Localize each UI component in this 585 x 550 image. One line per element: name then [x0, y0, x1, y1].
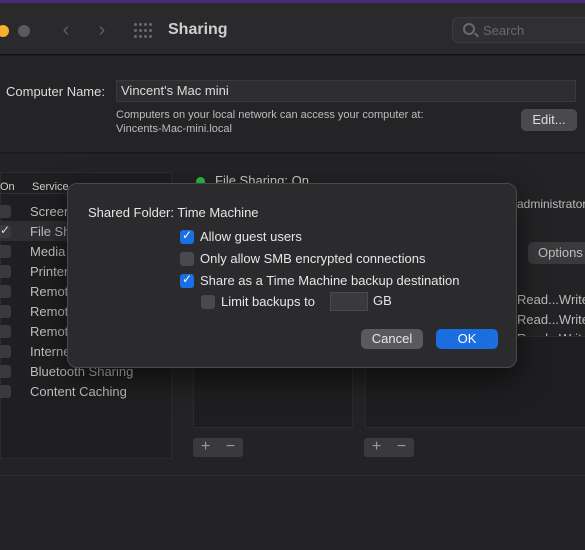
service-checkbox[interactable] [0, 345, 11, 358]
shared-folder-options-dialog: Shared Folder: Time Machine Allow guest … [67, 183, 517, 368]
limit-unit: GB [373, 293, 392, 308]
service-checkbox[interactable] [0, 245, 11, 258]
service-checkbox[interactable] [0, 285, 11, 298]
description-line-2: Vincents-Mac-mini.local [116, 123, 232, 135]
admin-text: administrator [517, 197, 585, 211]
back-arrow-icon[interactable]: ‹ [56, 17, 76, 43]
forward-arrow-icon[interactable]: › [92, 17, 112, 43]
service-checkbox[interactable] [0, 305, 11, 318]
folders-add-remove: + − [193, 438, 243, 457]
minimize-button[interactable] [0, 25, 9, 37]
show-all-grid-icon[interactable] [134, 23, 152, 39]
allow-guest-users-checkbox[interactable] [180, 228, 194, 244]
service-checkbox[interactable] [0, 205, 11, 218]
limit-backups-input[interactable] [330, 292, 368, 311]
permission-value[interactable]: Read...Write [517, 312, 585, 327]
computer-name-input[interactable]: Vincent's Mac mini [116, 80, 576, 102]
service-checkbox[interactable] [0, 325, 11, 338]
remove-folder-button[interactable]: − [218, 438, 243, 456]
service-row[interactable]: Content Caching [0, 381, 172, 401]
ok-button[interactable]: OK [436, 329, 498, 349]
computer-name-section [0, 56, 585, 153]
option-label: Limit backups to [221, 294, 315, 309]
options-button[interactable]: Options [528, 242, 585, 264]
header-on: On [0, 181, 15, 193]
edit-button[interactable]: Edit... [521, 109, 577, 131]
computer-name-description: Computers on your local network can acce… [116, 108, 424, 136]
cancel-button[interactable]: Cancel [361, 329, 423, 349]
service-checkbox[interactable] [0, 265, 11, 278]
add-folder-button[interactable]: + [193, 438, 218, 456]
users-add-remove: + − [364, 438, 414, 457]
search-icon [463, 23, 475, 35]
smb-encrypted-checkbox[interactable] [180, 252, 194, 266]
add-user-button[interactable]: + [364, 438, 389, 456]
option-label: Allow guest users [200, 229, 302, 244]
description-line-1: Computers on your local network can acce… [116, 109, 424, 121]
option-label: Share as a Time Machine backup destinati… [200, 273, 460, 288]
service-checkbox[interactable] [0, 223, 11, 238]
header-service: Service [32, 181, 69, 193]
search-placeholder: Search [483, 23, 525, 38]
option-label: Only allow SMB encrypted connections [200, 251, 426, 266]
service-label: Content Caching [30, 384, 127, 399]
dialog-title: Shared Folder: Time Machine [88, 205, 259, 220]
time-machine-checkbox[interactable] [180, 272, 194, 288]
computer-name-label: Computer Name: [6, 84, 105, 99]
search-field[interactable]: Search [452, 17, 585, 43]
limit-backups-checkbox[interactable] [201, 295, 215, 309]
toolbar: ‹ › Sharing Search [0, 3, 585, 55]
service-checkbox[interactable] [0, 385, 11, 398]
zoom-button[interactable] [18, 25, 30, 37]
window-title: Sharing [168, 21, 228, 38]
divider [0, 475, 585, 476]
remove-user-button[interactable]: − [389, 438, 414, 456]
permission-value[interactable]: Read...Write [517, 292, 585, 307]
service-checkbox[interactable] [0, 365, 11, 378]
